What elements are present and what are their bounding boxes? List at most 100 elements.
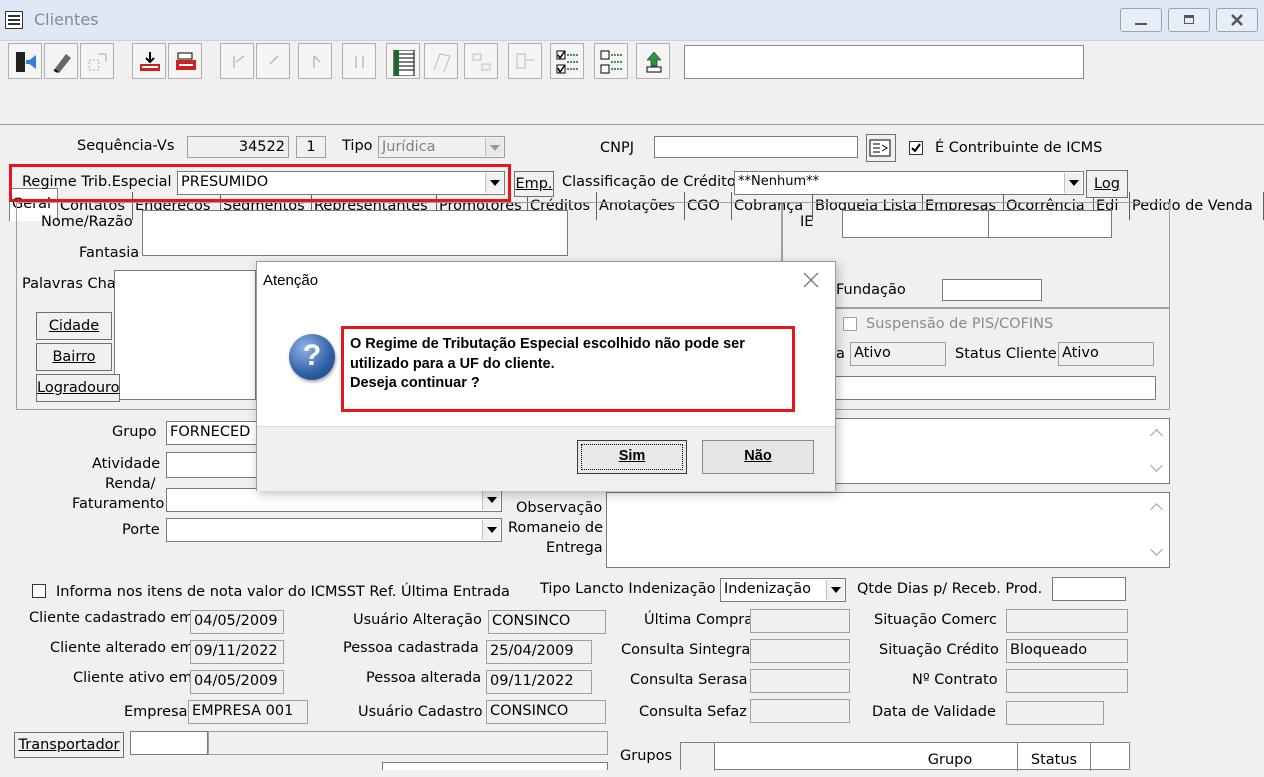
cliente-alterado-field[interactable]: 09/11/2022 [190,640,284,664]
transportador-name-field[interactable] [208,731,608,755]
checklist-button[interactable] [550,43,584,79]
cidade-button[interactable]: Cidade [36,312,112,340]
data-validade-field[interactable] [1006,701,1104,725]
emp-button[interactable]: Emp. [514,171,554,197]
usuario-alteracao-field[interactable]: CONSINCO [488,610,606,634]
cnpj-field[interactable] [654,136,858,158]
restore-button[interactable] [1168,8,1210,32]
next-record-button[interactable] [298,43,332,79]
grupo-select[interactable]: FORNECED [166,421,266,445]
romaneio-scrollbar[interactable] [1147,493,1167,567]
question-icon: ? [289,334,335,380]
pessoa-alterada-field[interactable]: 09/11/2022 [486,670,592,694]
consulta-sintegra-field[interactable] [750,639,850,663]
chevron-down-icon [482,490,500,510]
edit-button[interactable] [44,43,78,79]
status-extra-field[interactable] [828,376,1156,400]
grupos-table[interactable]: Grupo Status [680,742,1130,771]
status-cliente-field[interactable]: Ativo [1058,342,1154,366]
contribuinte-label: É Contribuinte de ICMS [935,140,1103,156]
contribuinte-checkbox[interactable] [909,141,923,155]
prev-record-button[interactable] [256,43,290,79]
uncheck-list-button[interactable] [594,43,628,79]
transportador-button[interactable]: Transportador [14,732,124,758]
qtde-dias-field[interactable] [1052,577,1126,601]
tipo-lancto-value: Indenização [724,581,812,597]
tipo-lancto-select[interactable]: Indenização [720,578,846,602]
grupos-header-grupo[interactable]: Grupo [715,743,1025,769]
first-record-button[interactable] [220,43,254,79]
bairro-button[interactable]: Bairro [36,343,112,371]
suspensao-checkbox[interactable] [843,317,857,331]
expand-button[interactable] [80,43,114,79]
cnpj-label: CNPJ [600,140,634,156]
contrato-field[interactable] [1006,669,1128,693]
observacao-scrollbar[interactable] [1147,419,1167,483]
print-button[interactable] [168,43,202,79]
cliente-ativo-field[interactable]: 04/05/2009 [190,670,284,694]
situacao-comerc-field[interactable] [1006,609,1128,633]
classificacao-select[interactable]: **Nenhum** [734,171,1084,195]
cnpj-lookup-button[interactable] [866,134,896,162]
regime-select-value: PRESUMIDO [181,174,269,190]
sequencia-digit-field[interactable]: 1 [296,136,326,158]
regime-select[interactable]: PRESUMIDO [177,171,505,195]
usuario-cadastro-label: Usuário Cadastro [358,704,483,720]
first-icon [233,55,245,68]
upload-button[interactable] [636,43,670,79]
empresa-field[interactable]: EMPRESA 001 [188,700,308,724]
dialog: Atenção ? O Regime de Tributação Especia… [256,261,836,491]
usuario-cadastro-field[interactable]: CONSINCO [486,700,606,724]
dialog-yes-button[interactable]: Sim [577,440,687,474]
exit-button[interactable] [8,43,42,79]
dialog-message-line2: utilizado para a UF do cliente. [350,356,555,372]
dialog-no-button[interactable]: Não [702,440,814,474]
status-field[interactable]: Ativo [850,342,946,366]
consulta-serasa-label: Consulta Serasa [630,672,748,688]
tipo-label: Tipo [342,138,373,154]
grupos-label: Grupos [620,748,673,764]
log-button[interactable]: Log [1086,170,1128,198]
checkmark-icon [911,143,921,153]
pessoa-cadastrada-field[interactable]: 25/04/2009 [486,640,592,664]
tree-expand-button[interactable] [508,43,542,79]
partial-bottom-field[interactable] [382,762,608,770]
palavras-chave-field[interactable] [114,270,256,400]
renda-label-1: Renda/ [105,476,156,492]
close-button[interactable] [1216,8,1258,32]
tipo-select[interactable]: Jurídica [378,136,505,158]
save-button[interactable] [132,43,166,79]
consulta-sefaz-field[interactable] [750,699,850,723]
informa-checkbox[interactable] [32,584,46,598]
toolbar-search-input[interactable] [684,45,1084,79]
list-button[interactable] [386,43,420,79]
romaneio-field[interactable] [606,492,1170,568]
sequencia-field[interactable]: 34522 [187,136,289,158]
prev-icon [269,55,279,65]
transportador-code-field[interactable] [130,731,208,755]
ie-field[interactable] [842,210,990,238]
chevron-down-icon [485,173,503,193]
atividade-select[interactable] [166,452,266,478]
logradouro-button[interactable]: Logradouro [36,374,120,402]
tree-button[interactable] [464,43,498,79]
nome-field[interactable] [142,210,568,256]
renda-select[interactable] [166,488,502,512]
tree-expand-icon [516,53,534,69]
ultima-compra-field[interactable] [750,609,850,633]
situacao-credito-field[interactable]: Bloqueado [1006,639,1128,663]
dialog-close-icon[interactable] [802,271,820,289]
tree-icon [472,53,491,71]
grupos-header-status[interactable]: Status [1017,743,1091,771]
regime-label: Regime Trib.Especial [22,174,172,190]
consulta-sefaz-label: Consulta Sefaz [639,704,747,720]
minimize-button[interactable] [1120,8,1162,32]
last-record-button[interactable] [342,43,376,79]
cliente-cadastrado-field[interactable]: 04/05/2009 [190,610,284,634]
consulta-serasa-field[interactable] [750,669,850,693]
filter-button[interactable] [424,43,458,79]
fundacao-field[interactable] [942,279,1042,301]
pessoa-cadastrada-label: Pessoa cadastrada [343,640,479,656]
porte-select[interactable] [166,518,502,542]
ie-field-2[interactable] [988,210,1112,238]
